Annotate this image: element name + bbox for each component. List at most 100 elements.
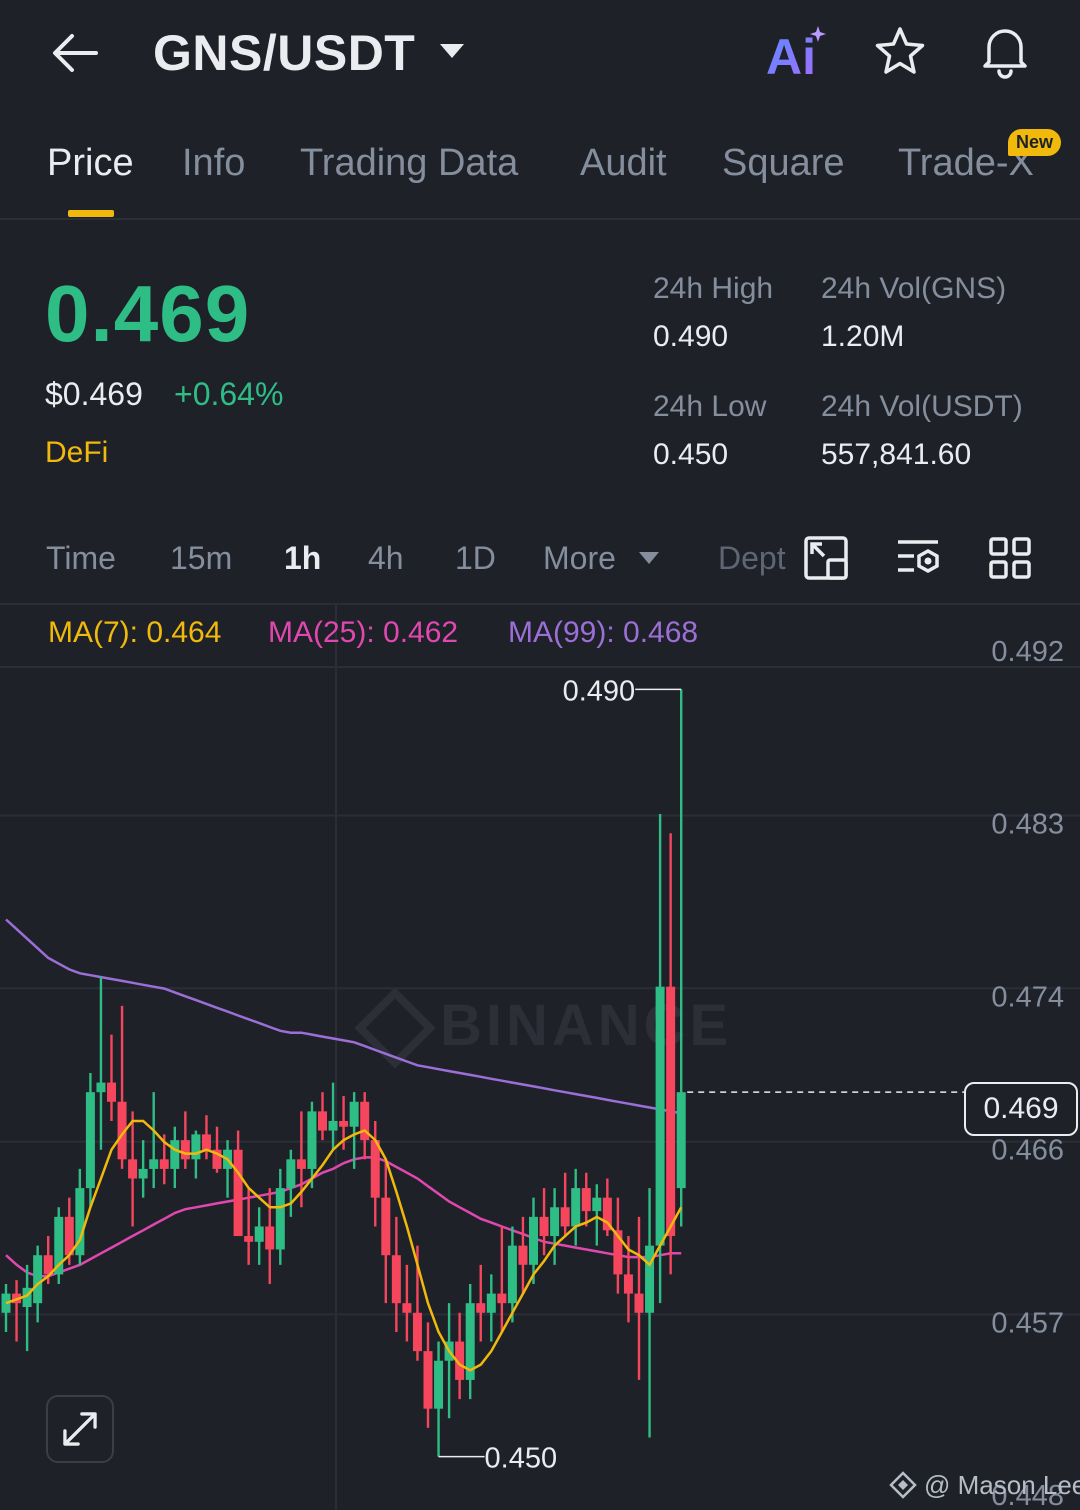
candle-body	[381, 1197, 391, 1256]
tab-price[interactable]: Price	[47, 142, 134, 185]
candle-body	[286, 1159, 296, 1189]
binance-watermark: BINANCE	[440, 993, 732, 1058]
candle-body	[550, 1207, 560, 1237]
candle-body	[434, 1360, 444, 1409]
candle-body	[497, 1293, 507, 1304]
y-axis-tick-label: 0.457	[991, 1307, 1064, 1339]
tab-info[interactable]: Info	[182, 142, 245, 185]
chart-resize-icon[interactable]	[802, 534, 850, 582]
layout-grid-icon[interactable]	[986, 534, 1034, 582]
vol-base-label: 24h Vol(GNS)	[821, 272, 1007, 305]
candle-body	[655, 986, 665, 1246]
top-bar: GNS/USDT Ai	[0, 0, 1080, 110]
candle-body	[412, 1312, 422, 1352]
candle-body	[138, 1168, 148, 1179]
candle-body	[560, 1207, 570, 1227]
timeframe-1h[interactable]: 1h	[284, 540, 321, 577]
new-badge: New	[1008, 129, 1062, 156]
candle-body	[391, 1255, 401, 1304]
depth-tab[interactable]: Dept	[718, 540, 798, 577]
candle-body	[233, 1149, 243, 1237]
fullscreen-expand-icon[interactable]	[46, 1395, 114, 1463]
candle-body	[201, 1134, 211, 1150]
candle-body	[402, 1303, 412, 1313]
candle-body	[275, 1188, 285, 1250]
candle-body	[149, 1159, 159, 1169]
timeframe-4h[interactable]: 4h	[368, 540, 404, 577]
binance-square-icon	[889, 1471, 917, 1499]
candle-body	[571, 1188, 581, 1227]
vol-quote-value: 557,841.60	[821, 438, 972, 471]
usd-price: $0.469	[45, 376, 143, 412]
candle-body	[96, 1082, 106, 1093]
ai-assistant-icon[interactable]: Ai	[764, 24, 830, 80]
tab-trading-data[interactable]: Trading Data	[300, 142, 518, 185]
vol-base-value: 1.20M	[821, 320, 905, 353]
high-24h-value: 0.490	[653, 320, 729, 353]
category-tag[interactable]: DeFi	[45, 436, 108, 470]
chevron-down-icon[interactable]	[438, 40, 466, 62]
ai-label: Ai	[766, 29, 816, 80]
candle-body	[486, 1293, 496, 1313]
y-axis-tick-label: 0.483	[991, 809, 1064, 841]
candle-body	[33, 1255, 43, 1304]
y-axis-tick-label: 0.466	[991, 1135, 1064, 1167]
candle-body	[476, 1303, 486, 1313]
candle-body	[518, 1245, 528, 1265]
candle-body	[581, 1188, 591, 1212]
candle-body	[180, 1140, 190, 1160]
author-credit: @ Mason Lee	[924, 1470, 1080, 1500]
timeframe-more[interactable]: More	[543, 540, 616, 577]
candle-body	[170, 1140, 180, 1169]
timeframe-15m[interactable]: 15m	[170, 540, 232, 577]
low-marker-label: 0.450	[485, 1443, 558, 1475]
candlestick-chart[interactable]: 0.4920.4830.4740.4660.4570.448BINANCE0.4…	[0, 605, 1080, 1510]
candle-body	[666, 986, 676, 1237]
more-caret-icon[interactable]	[638, 550, 660, 566]
candle-body	[318, 1111, 327, 1131]
candle-body	[507, 1245, 517, 1304]
candle-body	[592, 1197, 602, 1212]
timeframe-1d[interactable]: 1D	[455, 540, 496, 577]
candle-body	[244, 1236, 254, 1242]
indicator-settings-icon[interactable]	[894, 534, 942, 582]
candle-body	[634, 1293, 644, 1313]
vol-quote-label: 24h Vol(USDT)	[821, 390, 1023, 423]
ma25-legend: MA(25): 0.462	[268, 616, 459, 649]
price-change-percent: +0.64%	[174, 376, 284, 412]
candle-body	[539, 1216, 549, 1237]
ma99-legend: MA(99): 0.468	[508, 616, 699, 649]
high-24h-label: 24h High	[653, 272, 774, 305]
binance-watermark-logo	[354, 987, 436, 1069]
candle-body	[623, 1274, 633, 1294]
candle-body	[85, 1092, 95, 1189]
ma7-line	[5, 1119, 683, 1372]
candle-body	[265, 1226, 275, 1250]
high-marker-label: 0.490	[563, 675, 636, 707]
pair-title[interactable]: GNS/USDT	[153, 24, 415, 82]
tab-square[interactable]: Square	[722, 142, 845, 185]
candle-body	[107, 1082, 116, 1102]
back-arrow-icon[interactable]	[48, 26, 102, 80]
last-price: 0.469	[45, 269, 251, 358]
candle-body	[423, 1351, 433, 1409]
candle-body	[296, 1159, 306, 1169]
candle-body	[349, 1101, 359, 1127]
timeframe-time[interactable]: Time	[46, 540, 116, 577]
candle-body	[254, 1226, 264, 1242]
y-axis-tick-label: 0.492	[991, 636, 1064, 668]
candle-body	[370, 1140, 380, 1198]
current-price-tag: 0.469	[964, 1082, 1078, 1136]
candle-body	[645, 1245, 655, 1313]
candle-body	[191, 1134, 201, 1160]
section-tabs: Price Info Trading Data Audit Square Tra…	[0, 120, 1080, 220]
low-24h-label: 24h Low	[653, 390, 767, 423]
favorite-star-icon[interactable]	[872, 24, 928, 80]
candle-body	[159, 1159, 169, 1169]
low-24h-value: 0.450	[653, 438, 729, 471]
candle-body	[328, 1120, 338, 1131]
candle-body	[339, 1120, 349, 1127]
candle-body	[307, 1111, 317, 1169]
notification-bell-icon[interactable]	[976, 22, 1034, 80]
tab-audit[interactable]: Audit	[580, 142, 667, 185]
